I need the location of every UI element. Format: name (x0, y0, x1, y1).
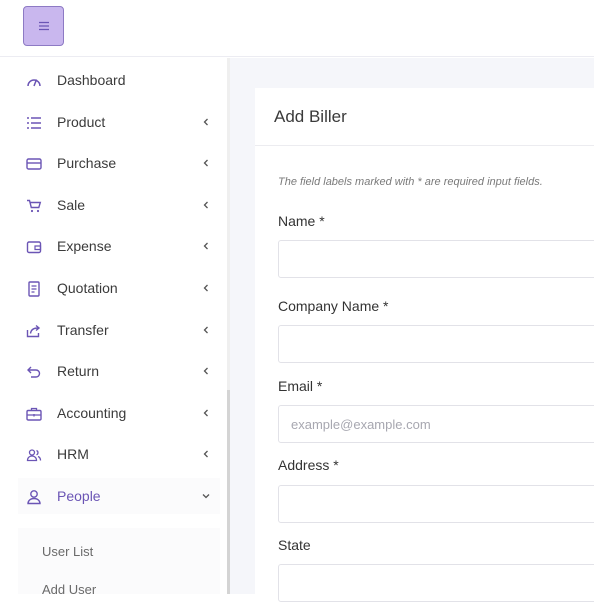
sidebar-item-accounting[interactable]: Accounting (18, 395, 220, 431)
sidebar-item-label: Purchase (57, 155, 117, 171)
company-name-input[interactable] (278, 325, 594, 363)
document-icon (25, 280, 43, 298)
sidebar-item-label: People (57, 488, 101, 504)
users-icon (25, 446, 43, 464)
sidebar-item-label: Dashboard (57, 72, 126, 88)
menu-toggle-button[interactable] (23, 6, 64, 46)
sidebar-item-quotation[interactable]: Quotation (18, 270, 220, 306)
sidebar-item-sale[interactable]: Sale (18, 187, 220, 223)
sidebar-item-label: Expense (57, 238, 112, 254)
sidebar-item-hrm[interactable]: HRM (18, 436, 220, 472)
address-label: Address * (278, 457, 339, 473)
sidebar-item-transfer[interactable]: Transfer (18, 312, 220, 348)
sidebar-item-label: Return (57, 363, 100, 379)
name-input[interactable] (278, 240, 594, 278)
state-input[interactable] (278, 564, 594, 602)
chevron-left-icon (203, 118, 208, 126)
company-name-label: Company Name * (278, 298, 389, 314)
sidebar-item-label: Product (57, 114, 106, 130)
address-input[interactable] (278, 485, 594, 523)
chevron-down-icon (202, 494, 210, 499)
submenu-item-add-user[interactable]: Add User (42, 582, 96, 597)
cart-icon (25, 197, 43, 215)
sidebar-item-label: Sale (57, 197, 86, 213)
state-label: State (278, 537, 311, 553)
chevron-left-icon (203, 367, 208, 375)
required-fields-note: The field labels marked with * are requi… (278, 176, 543, 188)
sidebar-item-label: Transfer (57, 322, 109, 338)
sidebar-item-label: Accounting (57, 405, 127, 421)
chevron-left-icon (203, 326, 208, 334)
list-icon (25, 114, 43, 132)
card-icon (25, 155, 43, 173)
chevron-left-icon (203, 242, 208, 250)
name-label: Name * (278, 213, 325, 229)
sidebar-item-expense[interactable]: Expense (18, 228, 220, 264)
return-icon (25, 363, 43, 381)
hamburger-icon (38, 21, 49, 31)
page-title: Add Biller (274, 107, 347, 126)
sidebar-item-dashboard[interactable]: Dashboard (18, 62, 220, 98)
sidebar-item-label: Quotation (57, 280, 118, 296)
chevron-left-icon (203, 450, 208, 458)
user-icon (25, 488, 43, 506)
gauge-icon (25, 72, 43, 90)
briefcase-icon (25, 405, 43, 423)
sidebar-item-product[interactable]: Product (18, 104, 220, 140)
email-input[interactable] (278, 405, 594, 443)
top-bar (0, 0, 594, 57)
sidebar-item-purchase[interactable]: Purchase (18, 145, 220, 181)
email-label: Email * (278, 378, 323, 394)
wallet-icon (25, 238, 43, 256)
sidebar-item-return[interactable]: Return (18, 353, 220, 389)
chevron-left-icon (203, 284, 208, 292)
sidebar-item-people[interactable]: People (18, 478, 220, 514)
share-icon (25, 322, 43, 340)
people-submenu: User List Add User (18, 528, 220, 597)
sidebar-item-label: HRM (57, 446, 89, 462)
chevron-left-icon (203, 159, 208, 167)
chevron-left-icon (203, 201, 208, 209)
chevron-left-icon (203, 409, 208, 417)
submenu-item-user-list[interactable]: User List (42, 544, 93, 559)
